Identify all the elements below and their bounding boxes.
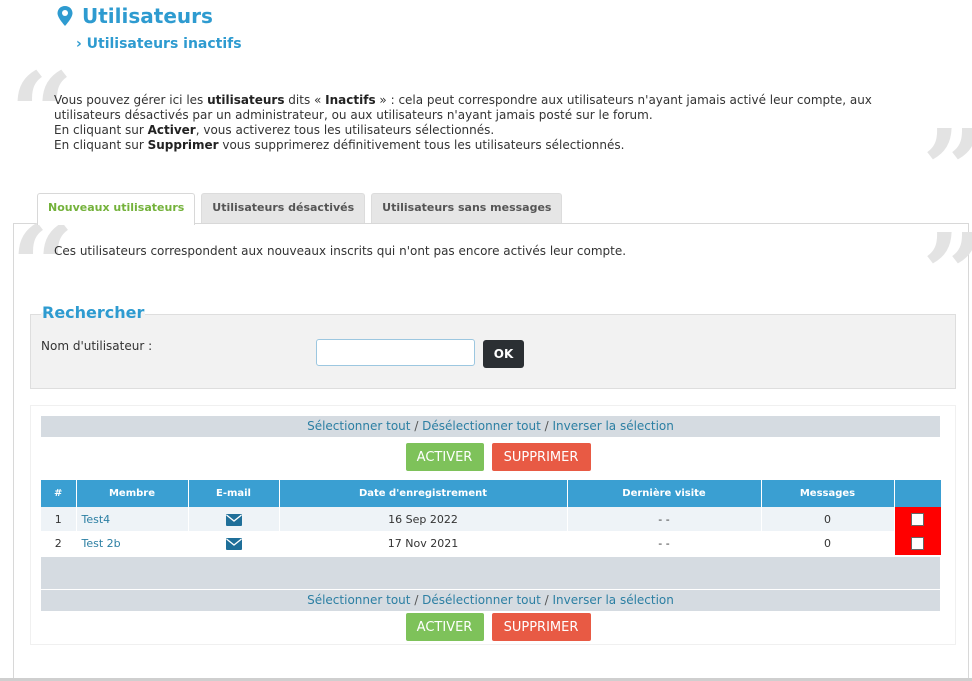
last-visit: - - [567,507,762,531]
row-number: 1 [41,507,77,531]
deselect-all-link[interactable]: Désélectionner tout [422,593,541,607]
tab-nouveaux-utilisateurs[interactable]: Nouveaux utilisateurs [37,193,196,225]
activate-button[interactable]: ACTIVER [405,443,484,471]
column-header-select [894,480,942,507]
action-buttons-bottom: ACTIVER SUPPRIMER [31,613,957,641]
delete-button[interactable]: SUPPRIMER [491,443,591,471]
registration-date: 17 Nov 2021 [279,531,568,555]
column-header-member[interactable]: Membre [76,480,189,507]
last-visit: - - [567,531,762,555]
deselect-all-link[interactable]: Désélectionner tout [422,419,541,433]
select-all-link[interactable]: Sélectionner tout [307,419,410,433]
tab-bar: Nouveaux utilisateurs Utilisateurs désac… [37,193,568,225]
table-row: 2 Test 2b 17 Nov 2021 - - 0 [41,531,942,555]
invert-selection-link[interactable]: Inverser la sélection [553,419,674,433]
search-legend: Rechercher [41,303,146,322]
column-header-email[interactable]: E-mail [188,480,280,507]
envelope-icon[interactable] [225,537,242,550]
message-count: 0 [761,531,895,555]
tab-panel: “ ” Ces utilisateurs correspondent aux n… [11,211,972,679]
intro-text: Vous pouvez gérer ici les utilisateurs d… [54,93,872,152]
map-pin-icon [57,6,73,26]
ok-button[interactable]: OK [483,340,524,368]
panel-description: Ces utilisateurs correspondent aux nouve… [54,244,627,258]
page-header: Utilisateurs [56,4,213,28]
selection-bar-bottom: Sélectionner tout / Désélectionner tout … [41,590,940,611]
select-all-link[interactable]: Sélectionner tout [307,593,410,607]
invert-selection-link[interactable]: Inverser la sélection [553,593,674,607]
table-row: 1 Test4 16 Sep 2022 - - 0 [41,507,942,531]
column-header-number[interactable]: # [41,480,77,507]
column-header-registration-date[interactable]: Date d'enregistrement [279,480,568,507]
tab-utilisateurs-sans-messages[interactable]: Utilisateurs sans messages [371,193,563,224]
activate-button[interactable]: ACTIVER [405,613,484,641]
table-footer [41,557,940,589]
close-quote-decoration: ” [922,219,972,329]
page-title: Utilisateurs [82,4,213,28]
tab-utilisateurs-desactives[interactable]: Utilisateurs désactivés [201,193,366,224]
column-header-messages[interactable]: Messages [761,480,895,507]
row-checkbox[interactable] [911,512,924,526]
member-link[interactable]: Test4 [82,513,111,526]
delete-button[interactable]: SUPPRIMER [491,613,591,641]
table-header-row: # Membre E-mail Date d'enregistrement De… [41,480,942,507]
row-checkbox[interactable] [911,536,924,550]
selection-bar-top: Sélectionner tout / Désélectionner tout … [41,416,940,437]
username-input[interactable] [316,339,475,366]
envelope-icon[interactable] [225,513,242,526]
registration-date: 16 Sep 2022 [279,507,568,531]
results-section: Sélectionner tout / Désélectionner tout … [30,405,956,645]
breadcrumb[interactable]: › Utilisateurs inactifs [76,36,242,52]
users-table: # Membre E-mail Date d'enregistrement De… [41,480,942,555]
column-header-last-visit[interactable]: Dernière visite [567,480,762,507]
username-label: Nom d'utilisateur : [41,339,153,353]
action-buttons-top: ACTIVER SUPPRIMER [31,443,957,471]
search-fieldset: Rechercher Nom d'utilisateur : OK [30,303,956,389]
member-link[interactable]: Test 2b [82,537,121,550]
message-count: 0 [761,507,895,531]
row-number: 2 [41,531,77,555]
